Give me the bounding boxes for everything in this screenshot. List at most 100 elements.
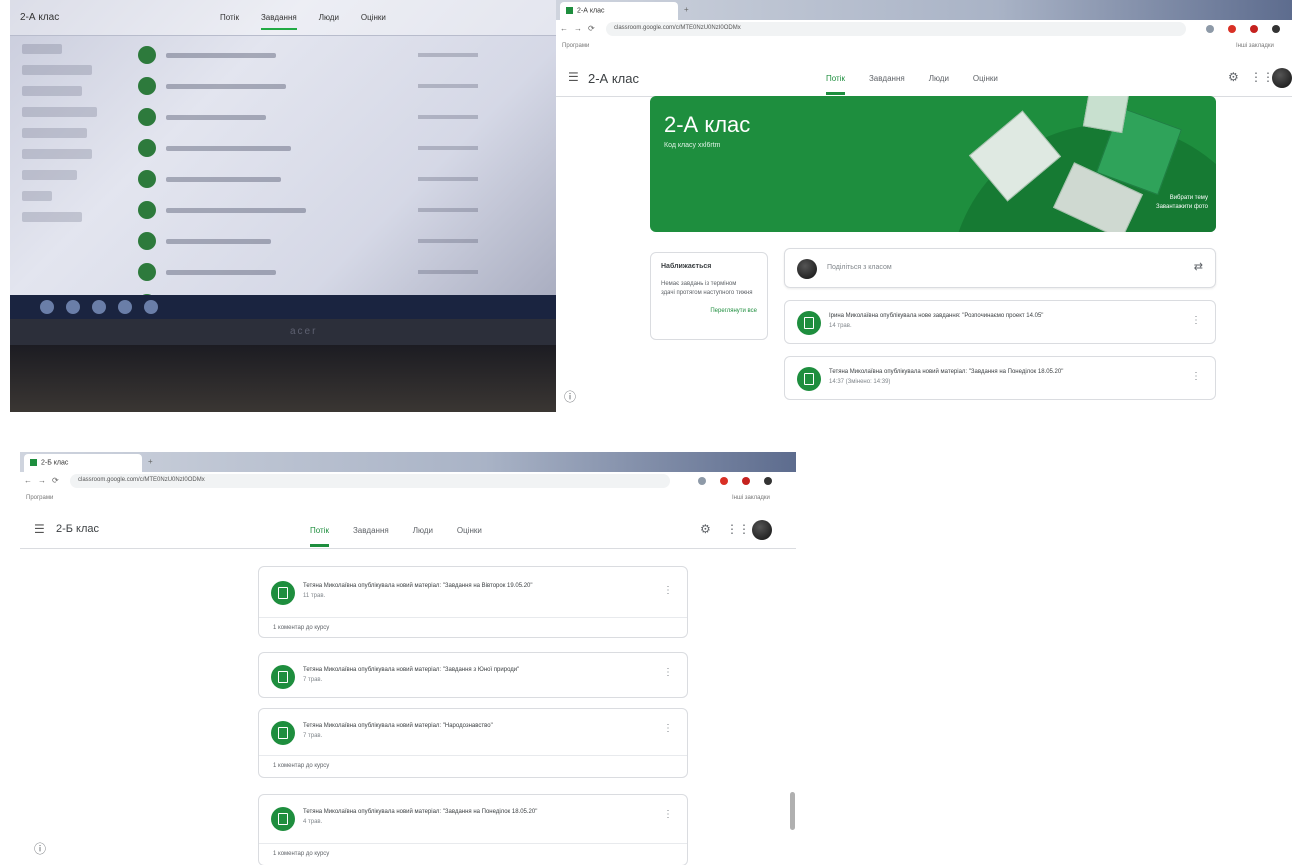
reload-icon[interactable]: ⟳ bbox=[588, 24, 595, 33]
bookmarks-apps[interactable]: Програми bbox=[26, 495, 53, 501]
tab-strip: 2-А клас + bbox=[556, 0, 1292, 20]
browser-tab[interactable]: 2-Б клас bbox=[24, 454, 142, 472]
gear-icon[interactable]: ⚙ bbox=[1228, 70, 1239, 84]
desk-area bbox=[10, 345, 556, 412]
avatar[interactable] bbox=[1272, 68, 1292, 88]
address-bar[interactable]: classroom.google.com/c/MTE0NzU0NzI0ODMx bbox=[606, 22, 1186, 36]
new-tab-icon[interactable]: + bbox=[148, 457, 153, 466]
profile-icon[interactable] bbox=[764, 477, 772, 485]
class-name[interactable]: 2-А клас bbox=[588, 71, 639, 86]
upload-photo-link[interactable]: Завантажити фото bbox=[1156, 203, 1208, 212]
browser-tab[interactable]: 2-А клас bbox=[560, 2, 678, 20]
comment-divider bbox=[259, 755, 687, 756]
swap-icon[interactable]: ⇄ bbox=[1194, 260, 1203, 273]
tab-classwork[interactable]: Завдання bbox=[869, 74, 905, 95]
more-options-icon[interactable]: ⋮ bbox=[1191, 315, 1201, 326]
photo-sidebar-item bbox=[22, 212, 82, 222]
photo-sidebar-item bbox=[22, 128, 87, 138]
tab-stream[interactable]: Потік bbox=[826, 74, 845, 95]
tab-grades[interactable]: Оцінки bbox=[457, 526, 482, 547]
share-box[interactable]: Поділіться з класом ⇄ bbox=[784, 248, 1216, 288]
new-tab-icon[interactable]: + bbox=[684, 5, 689, 14]
menu-icon[interactable]: ☰ bbox=[34, 522, 45, 536]
class-name[interactable]: 2-Б клас bbox=[56, 523, 99, 535]
material-icon bbox=[271, 721, 295, 745]
class-comment-link[interactable]: 1 коментар до курсу bbox=[273, 763, 329, 769]
forward-icon[interactable]: → bbox=[574, 24, 582, 33]
extension-icon[interactable] bbox=[720, 477, 728, 485]
photo-list-row bbox=[138, 261, 478, 283]
photo-sidebar-item bbox=[22, 86, 82, 96]
tab-classwork[interactable]: Завдання bbox=[353, 526, 389, 547]
photo-sidebar-item bbox=[22, 44, 62, 54]
scrollbar-thumb[interactable] bbox=[790, 792, 795, 830]
photo-tab: Люди bbox=[318, 13, 339, 22]
stream-post[interactable]: Тетяна Миколаївна опублікувала новий мат… bbox=[258, 652, 688, 698]
bookmarks-other[interactable]: Інші закладки bbox=[1236, 43, 1274, 49]
help-icon[interactable]: ⓘ bbox=[34, 840, 46, 857]
menu-icon[interactable]: ☰ bbox=[568, 70, 579, 84]
class-code[interactable]: Код класу xxl6rtm bbox=[664, 142, 720, 149]
assignment-icon bbox=[138, 77, 156, 95]
photo-taskbar bbox=[10, 295, 556, 319]
assignment-icon bbox=[138, 170, 156, 188]
profile-icon[interactable] bbox=[1272, 25, 1280, 33]
select-theme-link[interactable]: Вибрати тему bbox=[1156, 194, 1208, 203]
forward-icon[interactable]: → bbox=[38, 476, 46, 485]
reload-icon[interactable]: ⟳ bbox=[52, 476, 59, 485]
stream-post[interactable]: Тетяна Миколаївна опублікувала новий мат… bbox=[258, 566, 688, 638]
browser-top: 2-А клас + ← → ⟳ classroom.google.com/c/… bbox=[556, 0, 1292, 412]
back-icon[interactable]: ← bbox=[560, 24, 568, 33]
material-icon bbox=[271, 665, 295, 689]
help-icon[interactable]: ⓘ bbox=[564, 388, 576, 405]
class-comment-link[interactable]: 1 коментар до курсу bbox=[273, 851, 329, 857]
apps-grid-icon[interactable]: ⋮⋮ bbox=[1250, 70, 1274, 84]
class-tabs: Потік Завдання Люди Оцінки bbox=[310, 526, 482, 547]
avatar[interactable] bbox=[752, 520, 772, 540]
assignment-icon bbox=[138, 263, 156, 281]
banner-title: 2-А клас bbox=[664, 112, 751, 137]
taskbar-icon bbox=[92, 300, 106, 314]
extension-icon[interactable] bbox=[742, 477, 750, 485]
stream-post[interactable]: Тетяна Миколаївна опублікувала новий мат… bbox=[258, 708, 688, 778]
bookmarks-apps[interactable]: Програми bbox=[562, 43, 589, 49]
taskbar-icon bbox=[66, 300, 80, 314]
photo-tab: Оцінки bbox=[360, 13, 386, 22]
more-options-icon[interactable]: ⋮ bbox=[1191, 371, 1201, 382]
stream-post[interactable]: Тетяна Миколаївна опублікувала новий мат… bbox=[258, 794, 688, 865]
laptop-screen: 2-А клас Потік Завдання Люди Оцінки bbox=[10, 0, 556, 312]
banner-actions: Вибрати тему Завантажити фото bbox=[1156, 194, 1208, 212]
extension-icon[interactable] bbox=[1228, 25, 1236, 33]
browser-tab-label: 2-Б клас bbox=[41, 459, 69, 467]
tab-people[interactable]: Люди bbox=[929, 74, 949, 95]
apps-grid-icon[interactable]: ⋮⋮ bbox=[726, 522, 750, 536]
class-tabs: Потік Завдання Люди Оцінки bbox=[826, 74, 998, 95]
more-options-icon[interactable]: ⋮ bbox=[663, 809, 673, 820]
post-title: Ірина Миколаївна опублікувала нове завда… bbox=[829, 313, 1044, 319]
taskbar-icon bbox=[118, 300, 132, 314]
more-options-icon[interactable]: ⋮ bbox=[663, 667, 673, 678]
class-comment-link[interactable]: 1 коментар до курсу bbox=[273, 625, 329, 631]
more-options-icon[interactable]: ⋮ bbox=[663, 585, 673, 596]
comment-divider bbox=[259, 617, 687, 618]
tab-people[interactable]: Люди bbox=[413, 526, 433, 547]
stream-post[interactable]: Ірина Миколаївна опублікувала нове завда… bbox=[784, 300, 1216, 344]
gear-icon[interactable]: ⚙ bbox=[700, 522, 711, 536]
stream-post[interactable]: Тетяна Миколаївна опублікувала новий мат… bbox=[784, 356, 1216, 400]
star-icon[interactable] bbox=[1206, 25, 1214, 33]
material-icon bbox=[271, 807, 295, 831]
post-date: 7 трав. bbox=[303, 733, 323, 739]
address-bar[interactable]: classroom.google.com/c/MTE0NzU0NzI0ODMx bbox=[70, 474, 670, 488]
photo-tab: Потік bbox=[220, 13, 239, 22]
view-all-link[interactable]: Переглянути все bbox=[661, 308, 757, 314]
tab-grades[interactable]: Оцінки bbox=[973, 74, 998, 95]
extension-icon[interactable] bbox=[1250, 25, 1258, 33]
tab-stream[interactable]: Потік bbox=[310, 526, 329, 547]
star-icon[interactable] bbox=[698, 477, 706, 485]
laptop-brand: acer bbox=[290, 326, 318, 337]
bookmarks-other[interactable]: Інші закладки bbox=[732, 495, 770, 501]
more-options-icon[interactable]: ⋮ bbox=[663, 723, 673, 734]
material-icon bbox=[271, 581, 295, 605]
post-date: 11 трав. bbox=[303, 593, 326, 599]
back-icon[interactable]: ← bbox=[24, 476, 32, 485]
